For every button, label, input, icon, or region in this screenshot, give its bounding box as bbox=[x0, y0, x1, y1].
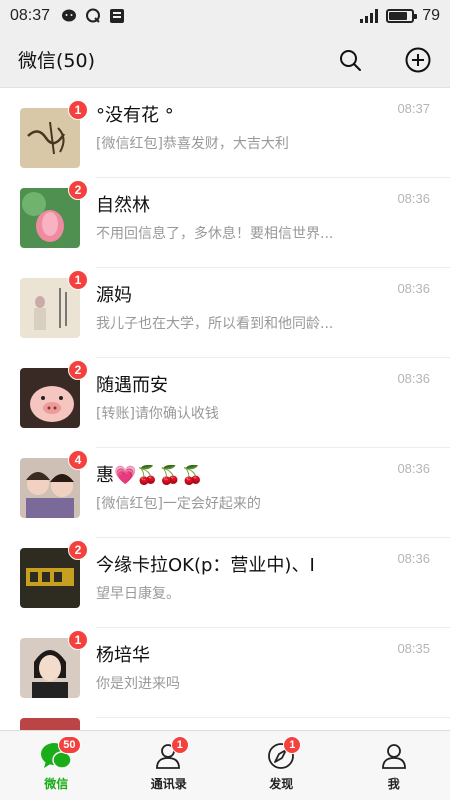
chat-preview: [转账]请你确认收钱 bbox=[96, 406, 219, 422]
chat-name: 自然林 bbox=[96, 195, 150, 216]
tab-contacts[interactable]: 1 通讯录 bbox=[113, 731, 226, 800]
chat-item[interactable]: 2 自然林 不用回信息了，多休息！要相信世界... 08:36 bbox=[0, 178, 450, 268]
chat-time: 08:36 bbox=[397, 371, 430, 386]
unread-badge: 1 bbox=[68, 630, 88, 650]
tab-wechat[interactable]: 50 微信 bbox=[0, 731, 113, 800]
page-title: 微信(50) bbox=[18, 50, 96, 72]
signal-icon bbox=[360, 9, 379, 23]
tab-label: 我 bbox=[387, 776, 400, 791]
search-button[interactable] bbox=[336, 46, 364, 74]
chat-time: 08:37 bbox=[397, 101, 430, 116]
tab-badge: 1 bbox=[170, 735, 189, 754]
chat-item[interactable]: 2 今缘卡拉OK(p：营业中)、I 望早日康复。 08:36 bbox=[0, 538, 450, 628]
chat-preview: 不用回信息了，多休息！要相信世界... bbox=[96, 226, 334, 242]
chat-preview: [微信红包]恭喜发财，大吉大利 bbox=[96, 136, 289, 152]
unread-badge: 2 bbox=[68, 540, 88, 560]
tab-label: 通讯录 bbox=[150, 776, 187, 791]
tab-me[interactable]: 我 bbox=[338, 731, 450, 800]
add-button[interactable] bbox=[404, 46, 432, 74]
battery-percent: 79 bbox=[422, 7, 440, 24]
chat-time: 08:35 bbox=[397, 641, 430, 656]
chat-name: °没有花 ° bbox=[96, 105, 174, 126]
chat-preview: 望早日康复。 bbox=[96, 586, 180, 602]
chat-item-partial[interactable] bbox=[0, 718, 450, 730]
chat-time: 08:36 bbox=[397, 191, 430, 206]
chat-item[interactable]: 1 源妈 我儿子也在大学，所以看到和他同龄... 08:36 bbox=[0, 268, 450, 358]
chat-item[interactable]: 1 °没有花 ° [微信红包]恭喜发财，大吉大利 08:37 bbox=[0, 88, 450, 178]
wechat-status-icon bbox=[60, 7, 78, 25]
unread-badge: 2 bbox=[68, 360, 88, 380]
avatar bbox=[20, 718, 80, 730]
unread-badge: 4 bbox=[68, 450, 88, 470]
person-icon bbox=[381, 743, 406, 769]
chat-time: 08:36 bbox=[397, 281, 430, 296]
app-status-icon bbox=[108, 7, 126, 25]
chat-time: 08:36 bbox=[397, 461, 430, 476]
chat-name: 惠💗🍒🍒🍒 bbox=[96, 465, 204, 486]
chat-item[interactable]: 4 惠💗🍒🍒🍒 [微信红包]一定会好起来的 08:36 bbox=[0, 448, 450, 538]
chat-preview: [微信红包]一定会好起来的 bbox=[96, 496, 261, 512]
bottom-tab-bar: 50 微信 1 通讯录 1 发现 我 bbox=[0, 730, 450, 800]
chat-name: 源妈 bbox=[96, 285, 132, 306]
unread-badge: 2 bbox=[68, 180, 88, 200]
plus-circle-icon bbox=[405, 47, 431, 72]
chat-name: 随遇而安 bbox=[96, 375, 168, 396]
battery-icon bbox=[386, 9, 418, 23]
chat-preview: 你是刘进来吗 bbox=[96, 676, 180, 692]
chat-time: 08:36 bbox=[397, 551, 430, 566]
app-header: 微信(50) bbox=[0, 32, 450, 88]
chat-name: 今缘卡拉OK(p：营业中)、I bbox=[96, 555, 315, 576]
chat-list: 1 °没有花 ° [微信红包]恭喜发财，大吉大利 08:37 2 自然林 不用回… bbox=[0, 88, 450, 730]
unread-badge: 1 bbox=[68, 100, 88, 120]
chat-item[interactable]: 1 杨培华 你是刘进来吗 08:35 bbox=[0, 628, 450, 718]
tab-badge: 50 bbox=[58, 735, 81, 754]
chat-item[interactable]: 2 随遇而安 [转账]请你确认收钱 08:36 bbox=[0, 358, 450, 448]
status-time: 08:37 bbox=[10, 7, 51, 24]
tab-label: 发现 bbox=[269, 776, 294, 791]
status-bar: 08:37 79 bbox=[0, 0, 450, 32]
search-icon bbox=[340, 49, 361, 71]
tab-discover[interactable]: 1 发现 bbox=[225, 731, 338, 800]
chat-name: 杨培华 bbox=[96, 645, 150, 666]
qq-status-icon bbox=[84, 7, 102, 25]
unread-badge: 1 bbox=[68, 270, 88, 290]
tab-label: 微信 bbox=[44, 776, 69, 791]
chat-preview: 我儿子也在大学，所以看到和他同龄... bbox=[96, 316, 334, 332]
tab-badge: 1 bbox=[283, 735, 302, 754]
